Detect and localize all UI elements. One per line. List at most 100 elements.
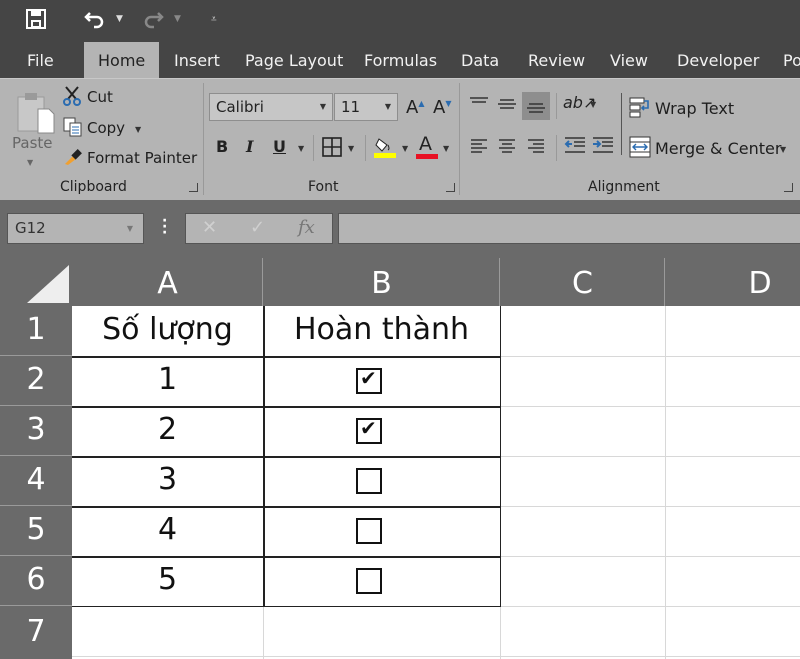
decrease-font-size-button[interactable]: A▼ — [433, 97, 451, 118]
row-header-3[interactable]: 3 — [0, 406, 72, 456]
chevron-down-icon: ▼ — [384, 102, 391, 111]
copy-button[interactable]: Copy — [87, 119, 125, 137]
cell-a6[interactable]: 5 — [72, 562, 263, 597]
cell-b1[interactable]: Hoàn thành — [263, 312, 500, 347]
insert-function-icon[interactable]: fx — [298, 217, 315, 238]
row-header-1[interactable]: 1 — [0, 306, 72, 356]
tab-developer[interactable]: Developer — [677, 42, 759, 78]
column-header-d[interactable]: D — [665, 258, 800, 306]
font-launcher-icon[interactable] — [446, 183, 455, 192]
redo-dropdown-icon[interactable]: ▼ — [174, 14, 181, 24]
chevron-down-icon: ▼ — [319, 102, 326, 111]
top-align-icon[interactable] — [469, 95, 489, 114]
more-options-icon[interactable]: · · · — [162, 214, 167, 240]
formula-bar: G12 ▼ · · · ✕ ✓ fx — [0, 200, 800, 258]
cell-a1[interactable]: Số lượng — [72, 312, 263, 347]
divider — [556, 135, 557, 161]
undo-icon[interactable] — [84, 9, 106, 34]
save-icon[interactable] — [26, 9, 46, 34]
row-header-5[interactable]: 5 — [0, 506, 72, 556]
align-center-icon[interactable] — [498, 137, 516, 157]
decrease-indent-icon[interactable] — [564, 136, 586, 158]
font-size-select[interactable]: 11 ▼ — [334, 93, 398, 121]
underline-dropdown-icon[interactable]: ▼ — [298, 144, 304, 153]
cut-button[interactable]: Cut — [87, 88, 113, 106]
ribbon: Paste ▼ Cut Copy ▼ Format Painter Clipbo… — [0, 78, 800, 200]
checkbox-b2[interactable]: ✔ — [356, 366, 382, 394]
font-color-dropdown-icon[interactable]: ▼ — [443, 144, 449, 153]
increase-font-size-button[interactable]: A▲ — [406, 97, 424, 118]
merge-center-dropdown-icon[interactable]: ▼ — [780, 145, 786, 154]
customize-qat-icon[interactable]: ⩡ — [211, 14, 217, 25]
align-right-icon[interactable] — [527, 137, 545, 157]
ribbon-tabs: File Home Insert Page Layout Formulas Da… — [0, 42, 800, 78]
paste-button[interactable] — [12, 87, 55, 137]
tab-page-layout[interactable]: Page Layout — [245, 42, 343, 78]
divider — [365, 135, 366, 161]
align-left-icon[interactable] — [470, 137, 488, 157]
enter-icon[interactable]: ✓ — [250, 217, 265, 238]
tab-formulas[interactable]: Formulas — [364, 42, 437, 78]
fill-color-dropdown-icon[interactable]: ▼ — [402, 144, 408, 153]
format-painter-icon — [63, 148, 83, 170]
wrap-text-button[interactable]: Wrap Text — [655, 99, 734, 118]
group-divider — [459, 83, 460, 195]
bottom-align-button[interactable] — [522, 92, 550, 120]
alignment-group-label: Alignment — [588, 179, 660, 195]
name-box[interactable]: G12 ▼ — [7, 213, 144, 244]
name-box-value: G12 — [15, 219, 46, 237]
tab-view[interactable]: View — [610, 42, 648, 78]
tab-data[interactable]: Data — [461, 42, 499, 78]
select-all-button[interactable] — [0, 258, 72, 306]
row-header-6[interactable]: 6 — [0, 556, 72, 606]
orientation-dropdown-icon[interactable]: ▼ — [590, 100, 596, 109]
tab-file[interactable]: File — [27, 42, 54, 78]
tab-review[interactable]: Review — [528, 42, 585, 78]
checkmark-icon: ✔ — [360, 416, 377, 440]
tab-insert[interactable]: Insert — [174, 42, 220, 78]
worksheet-grid[interactable]: Số lượng Hoàn thành 1 ✔ 2 ✔ 3 4 5 — [72, 306, 800, 659]
checkbox-b3[interactable]: ✔ — [356, 416, 382, 444]
format-painter-button[interactable]: Format Painter — [87, 149, 197, 167]
cell-a3[interactable]: 2 — [72, 412, 263, 447]
select-all-icon — [27, 265, 69, 303]
cancel-icon[interactable]: ✕ — [202, 217, 217, 238]
formula-input[interactable] — [338, 213, 800, 244]
checkbox-b6[interactable] — [356, 568, 382, 594]
checkbox-b4[interactable] — [356, 468, 382, 494]
clipboard-group-label: Clipboard — [60, 179, 127, 195]
row-header-4[interactable]: 4 — [0, 456, 72, 506]
font-color-swatch — [416, 154, 438, 159]
column-header-b[interactable]: B — [263, 258, 500, 306]
borders-dropdown-icon[interactable]: ▼ — [348, 144, 354, 153]
paste-label[interactable]: Paste — [12, 134, 53, 152]
font-name-select[interactable]: Calibri ▼ — [209, 93, 333, 121]
clipboard-launcher-icon[interactable] — [189, 183, 198, 192]
column-header-c[interactable]: C — [500, 258, 665, 306]
copy-dropdown-icon[interactable]: ▼ — [135, 125, 141, 134]
merge-center-button[interactable]: Merge & Center — [655, 139, 781, 158]
column-header-a[interactable]: A — [72, 258, 263, 306]
quick-access-toolbar: ▼ ▼ ⩡ — [0, 0, 800, 42]
middle-align-icon[interactable] — [497, 97, 517, 117]
alignment-launcher-icon[interactable] — [784, 183, 793, 192]
cell-a2[interactable]: 1 — [72, 362, 263, 397]
row-header-2[interactable]: 2 — [0, 356, 72, 406]
checkbox-b5[interactable] — [356, 518, 382, 544]
borders-icon[interactable] — [322, 137, 342, 161]
cell-a5[interactable]: 4 — [72, 512, 263, 547]
row-header-7[interactable]: 7 — [0, 606, 72, 659]
increase-indent-icon[interactable] — [592, 136, 614, 158]
paste-dropdown-icon[interactable]: ▼ — [27, 158, 33, 167]
redo-icon[interactable] — [142, 9, 164, 34]
tab-home[interactable]: Home — [84, 42, 160, 78]
font-color-icon: A — [419, 133, 432, 155]
chevron-down-icon: ▼ — [126, 224, 133, 233]
tab-power[interactable]: Po — [783, 42, 800, 78]
undo-dropdown-icon[interactable]: ▼ — [116, 14, 123, 24]
cell-a4[interactable]: 3 — [72, 462, 263, 497]
italic-button[interactable]: I — [246, 137, 253, 156]
fill-color-button[interactable] — [373, 135, 397, 163]
underline-button[interactable]: U — [273, 137, 286, 156]
bold-button[interactable]: B — [216, 137, 228, 156]
